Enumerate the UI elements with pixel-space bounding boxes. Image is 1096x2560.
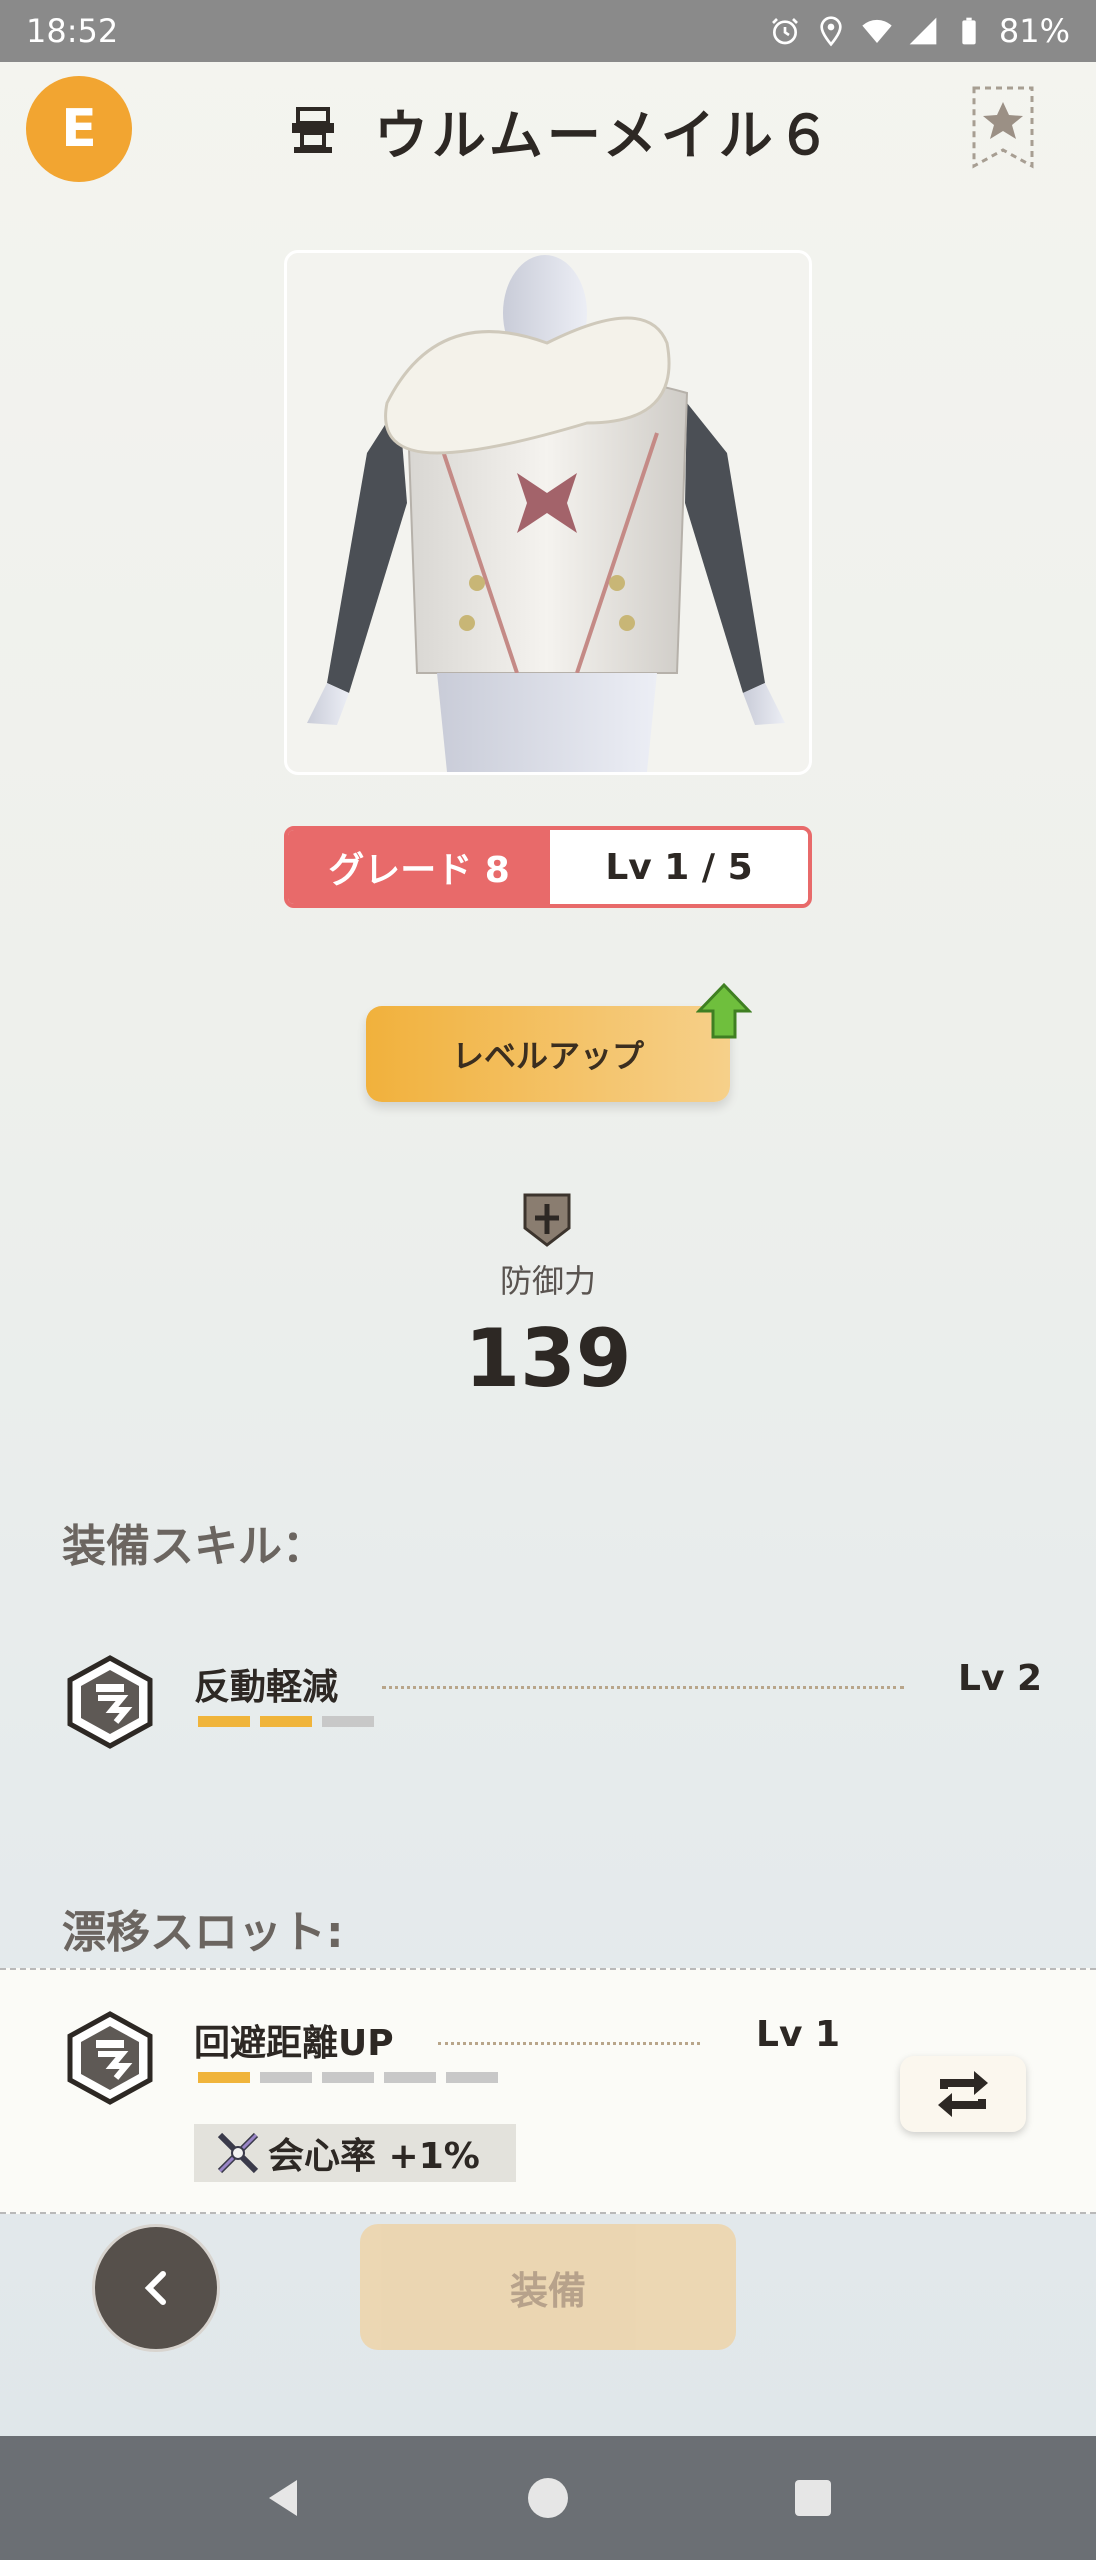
shield-icon [523,1193,571,1247]
signal-icon [909,17,937,45]
pip-empty [446,2072,498,2083]
defense-label: 防御力 [499,1262,596,1300]
grade-label: グレード 8 [288,830,550,904]
armor-chest-image [307,255,785,772]
armor-type-icon [292,107,334,153]
equip-skills-title: 装備スキル： [62,1521,326,1572]
pip-empty [322,2072,374,2083]
upgrade-arrow-icon [696,982,752,1039]
swap-slot-button[interactable] [900,2056,1026,2132]
pip-empty [384,2072,436,2083]
pip-filled [260,1716,312,1727]
back-button[interactable] [92,2224,220,2352]
slot-level-pips [198,2072,498,2083]
skill-name: 反動軽減 [194,1667,339,1708]
skill-row[interactable]: 反動軽減 Lv 2 [0,1652,1096,1782]
wifi-icon [862,19,892,43]
page-title: ウルムーメイル６ [374,103,835,167]
favorite-bookmark-icon[interactable] [970,84,1036,172]
critical-icon [217,2132,259,2174]
level-up-button[interactable]: レベルアップ [366,1006,730,1102]
skill-leader-line [382,1686,904,1689]
title-wrap: ウルムーメイル６ [290,98,835,167]
nav-recents-icon[interactable] [789,2474,837,2522]
location-icon [820,16,842,47]
swap-icon [938,2071,988,2117]
slot-skill-name: 回避距離UP [194,2023,394,2064]
rank-badge: E [26,76,132,182]
nav-back-icon[interactable] [259,2474,307,2522]
skill-level-pips [198,1716,374,1727]
grade-level-bar: グレード 8 Lv 1 / 5 [284,826,812,908]
equip-button[interactable]: 装備 [360,2224,736,2350]
header: E ウルムーメイル６ [0,62,1096,202]
battery-icon [962,17,976,45]
pip-filled [198,2072,250,2083]
status-icons: 81% [769,12,1070,50]
status-time: 18:52 [26,12,119,50]
item-image [284,250,812,775]
slot-leader-line [438,2042,700,2045]
pip-empty [260,2072,312,2083]
skill-level: Lv 2 [958,1658,1042,1699]
alarm-icon [771,18,798,45]
system-nav-bar [0,2436,1096,2560]
defense-value: 139 [464,1312,632,1405]
pip-filled [198,1716,250,1727]
chevron-left-icon [144,2271,166,2305]
battery-level: 81% [998,12,1070,50]
slot-skill-level: Lv 1 [756,2014,840,2055]
pip-empty [322,1716,374,1727]
evade-skill-icon [67,2011,153,2105]
recoil-skill-icon [67,1655,153,1749]
nav-home-icon[interactable] [524,2474,572,2522]
level-label: Lv 1 / 5 [550,830,808,904]
drift-slots-title: 漂移スロット: [62,1907,344,1958]
bonus-text: 会心率 +1% [268,2136,480,2177]
status-bar: 18:52 81% [0,0,1096,62]
bonus-chip: 会心率 +1% [194,2124,516,2182]
